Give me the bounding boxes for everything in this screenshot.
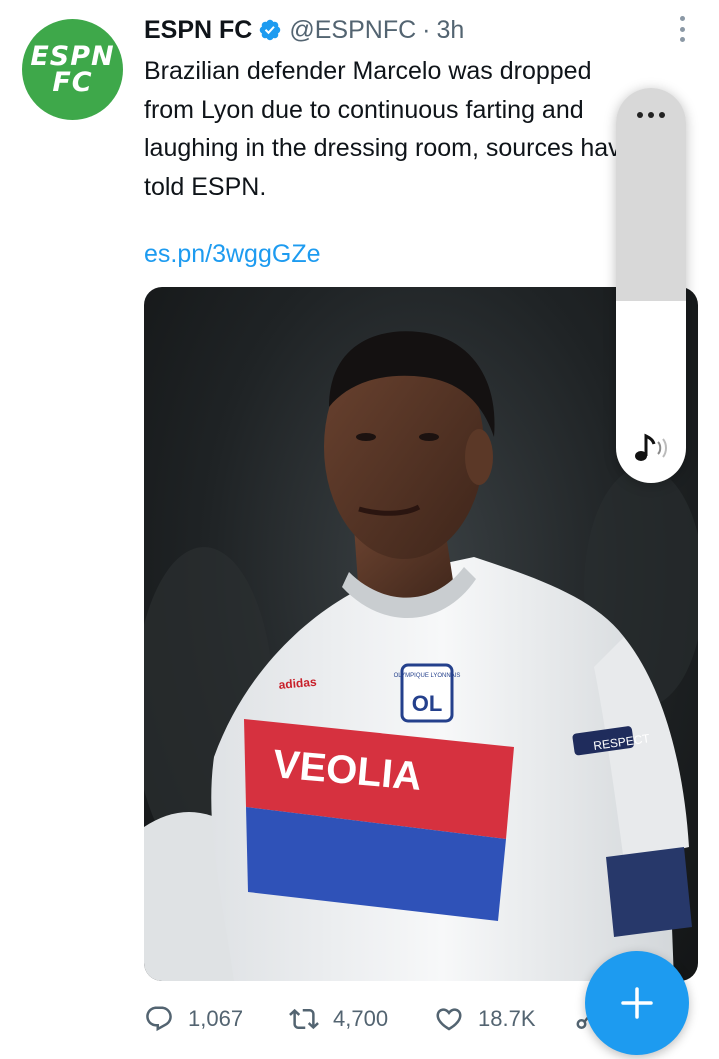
heart-icon <box>436 1008 462 1031</box>
plus-icon <box>621 987 653 1019</box>
crest-text: OLYMPIQUE LYONNAIS <box>394 673 461 679</box>
handle[interactable]: @ESPNFC <box>289 16 416 45</box>
retweet-count: 4,700 <box>333 1006 389 1031</box>
tweet-image[interactable]: OLYMPIQUE LYONNAIS OL adidas VEOLIA RESP… <box>144 287 698 981</box>
verified-badge-icon <box>260 19 281 41</box>
reply-count: 1,067 <box>188 1006 244 1031</box>
avatar[interactable]: ESPN FC <box>22 19 123 120</box>
volume-panel[interactable] <box>616 88 686 483</box>
more-options-icon[interactable] <box>672 16 692 42</box>
separator-dot: · <box>422 15 431 44</box>
reply-icon <box>146 1006 172 1032</box>
avatar-logo-line2: FC <box>52 66 93 98</box>
music-note-icon[interactable] <box>633 430 671 466</box>
volume-track-empty <box>616 88 686 301</box>
compose-button[interactable] <box>585 951 689 1055</box>
timestamp[interactable]: 3h <box>436 16 464 45</box>
retweet-button[interactable]: 4,700 <box>289 1004 434 1034</box>
retweet-icon <box>289 1008 319 1030</box>
tweet-header: ESPN FC @ESPNFC · 3h <box>144 14 464 46</box>
more-icon[interactable] <box>616 112 686 118</box>
reply-button[interactable]: 1,067 <box>144 1004 289 1034</box>
like-count: 18.7K <box>478 1006 536 1031</box>
player-photo: OLYMPIQUE LYONNAIS OL adidas VEOLIA RESP… <box>144 331 698 981</box>
avatar-logo-line1: ESPN <box>30 40 115 72</box>
crest-initials: OL <box>412 691 443 716</box>
display-name[interactable]: ESPN FC <box>144 16 252 45</box>
tweet-link[interactable]: es.pn/3wggGZe <box>144 240 321 269</box>
like-button[interactable]: 18.7K <box>434 1004 574 1034</box>
tweet-actions: 1,067 4,700 18.7K <box>144 1000 604 1038</box>
